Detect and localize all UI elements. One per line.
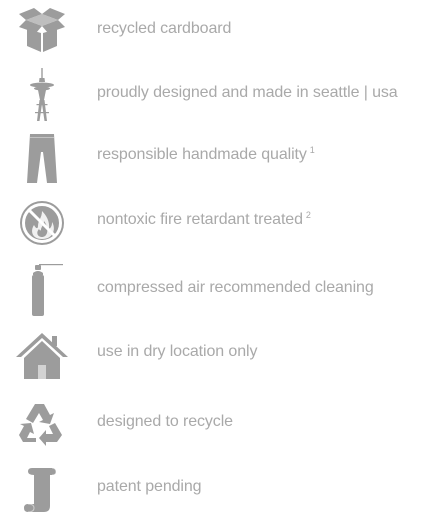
pants-icon: [14, 128, 70, 184]
scroll-icon: [14, 460, 70, 516]
feature-text: proudly designed and made in seattle | u…: [97, 84, 398, 101]
house-icon: [14, 325, 70, 381]
feature-item-recycled-cardboard: recycled cardboard: [0, 0, 439, 60]
feature-list: recycled cardboard proudly designed and …: [0, 0, 439, 516]
feature-text: designed to recycle: [97, 413, 233, 430]
footnote-marker: 2: [305, 209, 311, 220]
feature-item-made-in-seattle: proudly designed and made in seattle | u…: [0, 64, 439, 124]
space-needle-icon: [14, 66, 70, 122]
recycle-icon: [14, 395, 70, 451]
no-fire-icon: [14, 193, 70, 249]
feature-text: patent pending: [97, 478, 202, 495]
feature-item-patent-pending: patent pending: [0, 458, 439, 518]
footnote-marker: 1: [309, 144, 315, 155]
feature-text: nontoxic fire retardant treated 2: [97, 209, 311, 228]
feature-text: recycled cardboard: [97, 20, 232, 37]
feature-text: responsible handmade quality 1: [97, 144, 315, 163]
cardboard-box-icon: [14, 2, 70, 58]
feature-text: use in dry location only: [97, 343, 258, 360]
feature-item-dry-location: use in dry location only: [0, 323, 439, 383]
compressed-air-can-icon: [14, 261, 70, 317]
feature-item-fire-retardant: nontoxic fire retardant treated 2: [0, 191, 439, 251]
feature-text: compressed air recommended cleaning: [97, 279, 374, 296]
feature-item-handmade-quality: responsible handmade quality 1: [0, 126, 439, 186]
feature-item-designed-to-recycle: designed to recycle: [0, 393, 439, 453]
feature-item-compressed-air: compressed air recommended cleaning: [0, 259, 439, 319]
